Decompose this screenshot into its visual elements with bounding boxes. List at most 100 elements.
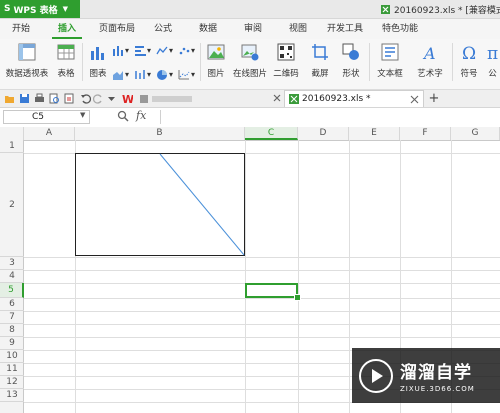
row-header[interactable]: 1	[0, 140, 24, 153]
table-button[interactable]: 表格	[54, 41, 78, 79]
print-icon[interactable]	[34, 93, 45, 104]
wordart-icon: A	[422, 44, 436, 63]
redo-icon[interactable]	[93, 93, 104, 104]
wordart-label: 艺术字	[417, 69, 443, 79]
row-header[interactable]: 9	[0, 337, 24, 350]
wps-app-menu-button[interactable]: S WPS 表格 ▼	[0, 0, 80, 18]
screenshot-button[interactable]: 截屏	[304, 41, 336, 79]
row-header[interactable]: 2	[0, 153, 24, 257]
row-header[interactable]: 13	[0, 389, 24, 402]
column-header[interactable]: B	[75, 127, 245, 140]
tab-review[interactable]: 审阅	[240, 19, 266, 39]
diagonal-line-shape[interactable]	[75, 153, 245, 256]
tab-special-features[interactable]: 特色功能	[378, 19, 422, 39]
new-tab-button[interactable]: +	[428, 90, 440, 107]
chart-label: 图表	[89, 69, 107, 79]
row-header[interactable]: 7	[0, 311, 24, 324]
row-header[interactable]: 8	[0, 324, 24, 337]
document-tab[interactable]: 20160923.xls *	[284, 90, 424, 107]
picture-label: 图片	[207, 69, 225, 79]
shapes-button[interactable]: 形状	[336, 41, 366, 79]
pivot-table-button[interactable]: 数据透视表	[4, 41, 50, 79]
app-name: WPS 表格	[13, 5, 58, 16]
spreadsheet-file-icon	[381, 4, 390, 14]
column-header[interactable]: E	[349, 127, 400, 140]
pie-chart-icon	[157, 69, 167, 80]
chevron-down-icon: ▾	[191, 45, 196, 55]
ribbon-separator	[200, 43, 201, 81]
zixue-logo-icon	[359, 358, 393, 393]
zoom-search-icon[interactable]	[117, 110, 129, 122]
chevron-down-icon: ▼	[62, 5, 69, 13]
undo-icon[interactable]	[80, 93, 91, 104]
tab-page-layout[interactable]: 页面布局	[95, 19, 139, 39]
table-icon	[57, 44, 75, 60]
chevron-down-icon: ▾	[147, 45, 152, 55]
insert-function-button[interactable]: fx	[136, 109, 146, 122]
chevron-down-icon: ▾	[125, 45, 130, 55]
row-header[interactable]: 12	[0, 376, 24, 389]
open-folder-icon[interactable]	[4, 93, 15, 104]
chart-button[interactable]: 图表	[86, 41, 110, 79]
column-header[interactable]: D	[298, 127, 349, 140]
select-all-corner[interactable]	[0, 127, 24, 140]
online-picture-button[interactable]: 在线图片	[232, 41, 268, 79]
chevron-down-icon[interactable]: ▼	[80, 111, 85, 119]
close-icon[interactable]	[272, 93, 283, 104]
ribbon-separator	[369, 43, 370, 81]
qrcode-button[interactable]: 二维码	[272, 41, 300, 79]
tab-insert[interactable]: 插入	[52, 19, 82, 39]
formula-input[interactable]	[160, 110, 500, 124]
row-header[interactable]: 4	[0, 270, 24, 283]
tab-data[interactable]: 数据	[195, 19, 221, 39]
save-icon[interactable]	[19, 93, 30, 104]
column-header[interactable]: G	[451, 127, 500, 140]
wordart-button[interactable]: A 艺术字	[412, 41, 448, 79]
blurred-tab-icon[interactable]	[140, 93, 200, 104]
column-chart-dropdown[interactable]: ▾	[112, 43, 129, 57]
tab-home[interactable]: 开始	[6, 19, 36, 39]
pi-formula-icon: π	[487, 44, 498, 64]
export-pdf-icon[interactable]	[64, 93, 75, 104]
bar-chart-dropdown[interactable]: ▾	[134, 43, 151, 57]
horizontal-bar-chart-icon	[135, 45, 146, 56]
row-header[interactable]: 6	[0, 298, 24, 311]
area-chart-dropdown[interactable]: ▾	[112, 67, 129, 81]
wps-docer-icon[interactable]: W	[122, 93, 133, 104]
formula-label: 公	[488, 69, 497, 79]
spreadsheet-file-icon	[289, 94, 299, 104]
print-preview-icon[interactable]	[49, 93, 60, 104]
document-title-text: 20160923.xls * [兼容模式	[394, 5, 500, 16]
line-chart-dropdown[interactable]: ▾	[156, 43, 173, 57]
chevron-down-icon: ▾	[147, 69, 152, 79]
svg-text:π: π	[487, 44, 498, 61]
stock-chart-icon	[135, 69, 145, 79]
close-icon[interactable]	[410, 95, 419, 104]
scatter-chart-dropdown[interactable]: ▾	[178, 43, 195, 57]
row-header[interactable]: 10	[0, 350, 24, 363]
column-header-selected[interactable]: C	[245, 127, 298, 140]
name-box[interactable]: C5	[3, 110, 90, 124]
ribbon-separator	[452, 43, 453, 81]
tab-view[interactable]: 视图	[285, 19, 311, 39]
row-header[interactable]: 11	[0, 363, 24, 376]
formula-button[interactable]: π 公	[485, 41, 500, 79]
picture-button[interactable]: 图片	[204, 41, 228, 79]
tab-developer[interactable]: 开发工具	[323, 19, 367, 39]
other-chart-dropdown[interactable]: ▾	[178, 67, 195, 81]
scatter-chart-icon	[179, 47, 190, 54]
symbol-button[interactable]: Ω 符号	[455, 41, 483, 79]
row-header[interactable]: 3	[0, 257, 24, 270]
stock-chart-dropdown[interactable]: ▾	[134, 67, 151, 81]
column-header[interactable]: A	[24, 127, 75, 140]
row-header-selected[interactable]: 5	[0, 283, 24, 298]
tab-formulas[interactable]: 公式	[150, 19, 176, 39]
active-cell-c5[interactable]	[245, 283, 298, 298]
textbox-button[interactable]: 文本框	[372, 41, 408, 79]
fill-handle[interactable]	[294, 294, 301, 301]
column-header[interactable]: F	[400, 127, 451, 140]
omega-symbol-icon: Ω	[462, 44, 476, 64]
customize-dropdown-icon[interactable]	[106, 93, 117, 104]
symbol-label: 符号	[460, 69, 478, 79]
pie-chart-dropdown[interactable]: ▾	[156, 67, 173, 81]
